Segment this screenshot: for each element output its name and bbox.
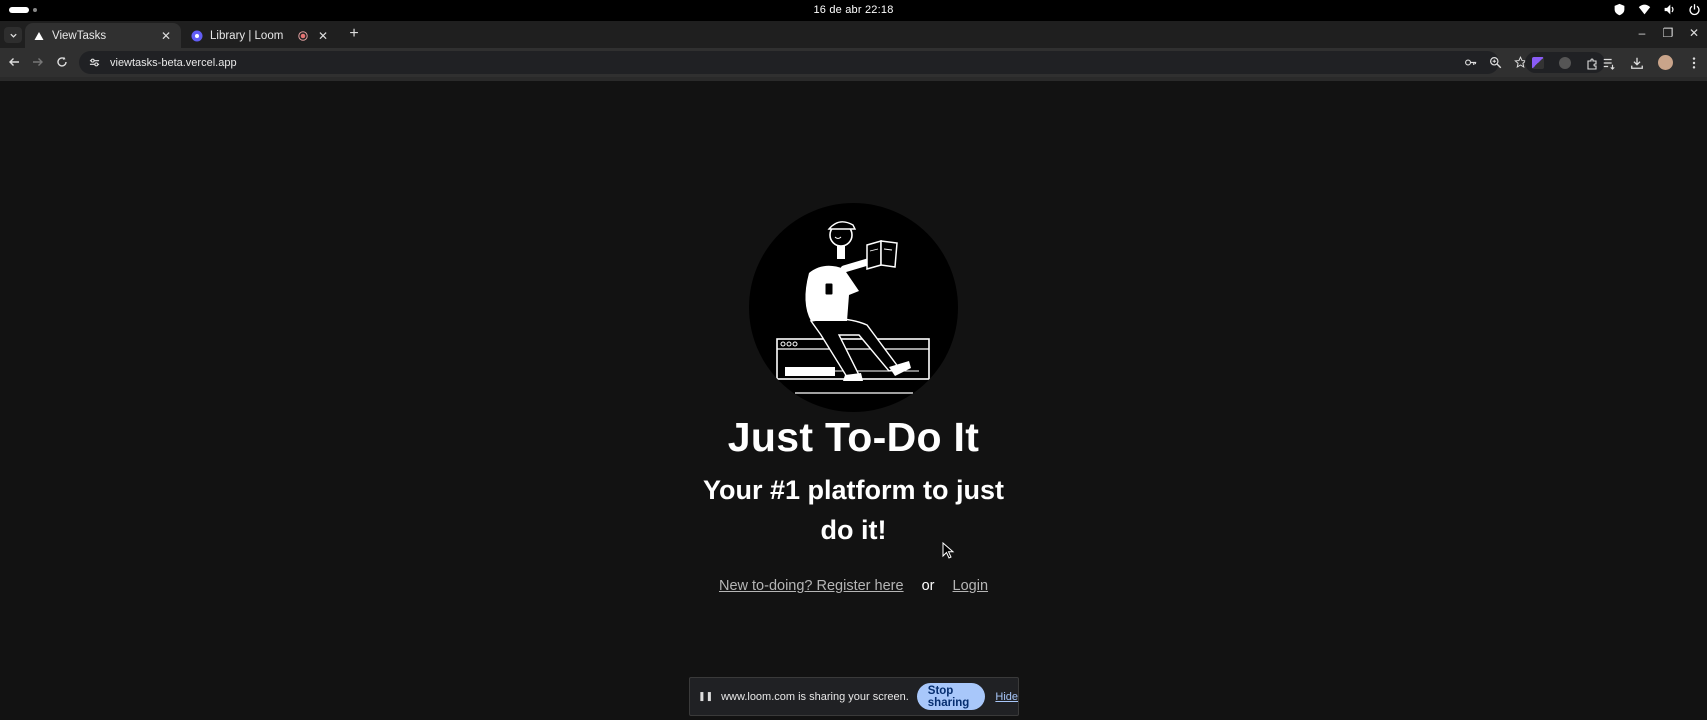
profile-avatar[interactable] [1658, 55, 1673, 70]
hide-link[interactable]: Hide [995, 691, 1018, 703]
tab-search-button[interactable] [4, 27, 22, 43]
password-key-icon[interactable] [1464, 56, 1477, 69]
toolbar-right [1602, 55, 1701, 70]
menu-dots-icon[interactable] [1687, 56, 1701, 70]
back-button[interactable] [6, 54, 22, 70]
reload-button[interactable] [54, 54, 70, 70]
tab-title: Library | Loom [210, 29, 284, 42]
recording-indicator-icon [298, 30, 308, 41]
vercel-triangle-icon [33, 30, 45, 42]
chevron-down-icon [9, 33, 17, 38]
hero-illustration [749, 203, 958, 412]
tab-strip: ViewTasks ✕ Library | Loom ✕ + – ❐ ✕ [0, 21, 1707, 48]
register-link[interactable]: New to-doing? Register here [719, 578, 904, 594]
page-title: Just To-Do It [727, 414, 980, 460]
system-tray[interactable] [1613, 3, 1701, 16]
extension-icon[interactable] [1558, 56, 1571, 69]
site-info-icon[interactable] [87, 56, 101, 70]
url-text[interactable]: viewtasks-beta.vercel.app [110, 57, 1499, 69]
close-tab-icon[interactable]: ✕ [159, 29, 173, 43]
tab-loom-library[interactable]: Library | Loom ✕ [183, 23, 338, 48]
or-separator: or [921, 578, 935, 594]
tab-viewtasks[interactable]: ViewTasks ✕ [25, 23, 181, 48]
omnibox-actions [1464, 56, 1527, 69]
loom-icon [191, 30, 203, 42]
restore-icon[interactable]: ❐ [1661, 26, 1675, 40]
address-bar[interactable]: viewtasks-beta.vercel.app [79, 51, 1499, 74]
clock[interactable]: 16 de abr 22:18 [0, 4, 1707, 16]
wifi-icon[interactable] [1638, 3, 1651, 16]
page-subtitle: Your #1 platform to just do it! [702, 475, 1005, 545]
forward-button[interactable] [30, 54, 46, 70]
volume-icon[interactable] [1663, 3, 1676, 16]
reading-list-icon[interactable] [1602, 56, 1616, 70]
auth-links: New to-doing? Register here or Login [0, 578, 1707, 594]
extension-icon[interactable] [1532, 56, 1545, 69]
drag-handle-icon[interactable]: ❚❚ [698, 691, 713, 702]
minimize-icon[interactable]: – [1635, 26, 1649, 40]
zoom-icon[interactable] [1489, 56, 1502, 69]
shield-icon[interactable] [1613, 3, 1626, 16]
tab-title: ViewTasks [52, 29, 107, 42]
new-tab-button[interactable]: + [345, 25, 363, 43]
puzzle-extensions-icon[interactable] [1586, 57, 1598, 70]
login-link[interactable]: Login [953, 578, 988, 594]
os-top-bar: 16 de abr 22:18 [0, 0, 1707, 21]
browser-toolbar: viewtasks-beta.vercel.app [0, 48, 1707, 77]
stop-sharing-button[interactable]: Stop sharing [916, 683, 986, 710]
window-controls: – ❐ ✕ [1635, 26, 1701, 40]
power-icon[interactable] [1688, 3, 1701, 16]
download-icon[interactable] [1630, 56, 1644, 70]
person-reading-illustration [776, 221, 930, 394]
close-tab-icon[interactable]: ✕ [316, 29, 330, 43]
extensions-group [1525, 52, 1605, 73]
screen-share-bar: ❚❚ www.loom.com is sharing your screen. … [689, 677, 1019, 716]
mouse-cursor-icon [942, 542, 955, 559]
close-window-icon[interactable]: ✕ [1687, 26, 1701, 40]
share-message: www.loom.com is sharing your screen. [721, 690, 909, 703]
